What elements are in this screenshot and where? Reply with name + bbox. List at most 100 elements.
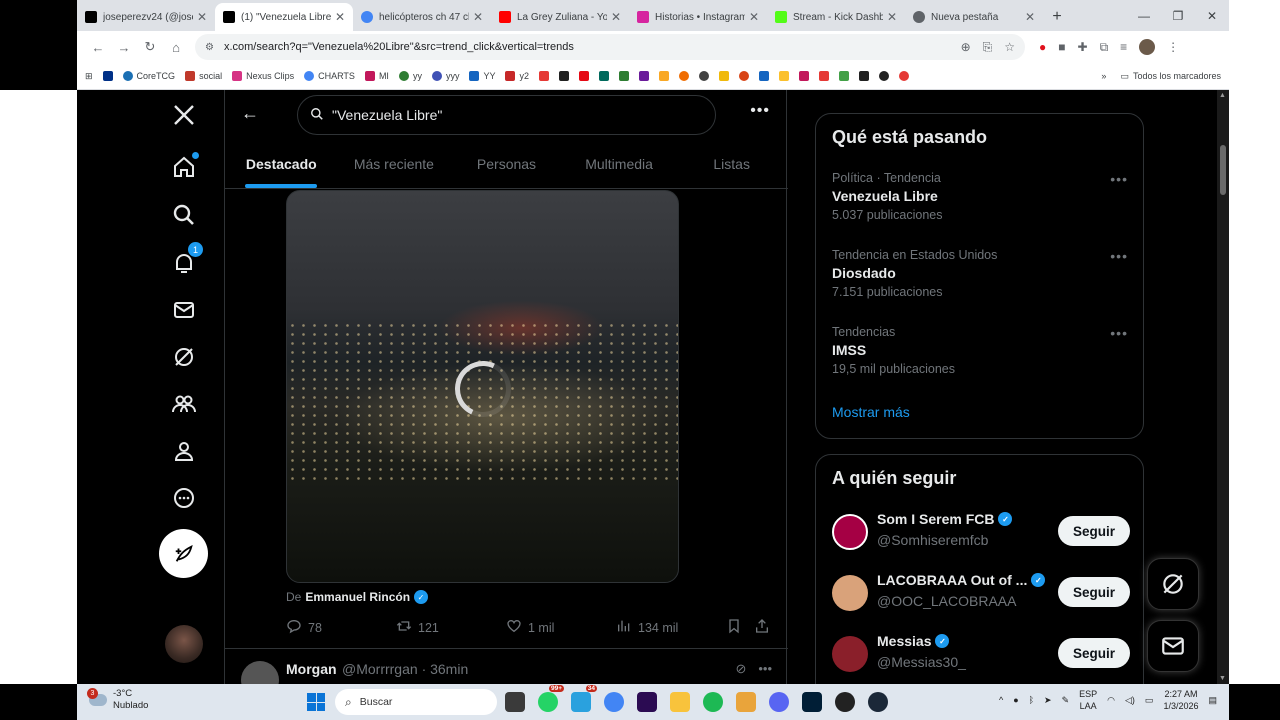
follow-suggestion[interactable]: LACOBRAAA Out of ... ✓ @OOC_LACOBRAAA Seg… xyxy=(832,572,1130,616)
notification-center-icon[interactable]: ▤ xyxy=(1208,695,1217,706)
post-author-name[interactable]: Morgan xyxy=(286,661,337,677)
browser-tab[interactable]: La Grey Zuliana - You ✕ xyxy=(491,3,629,31)
bookmark-item[interactable]: y2 xyxy=(505,71,529,81)
tray-app-icon[interactable]: ● xyxy=(1013,695,1018,705)
browser-tab[interactable]: helicópteros ch 47 ch ✕ xyxy=(353,3,491,31)
bookmark-item[interactable]: Nexus Clips xyxy=(232,71,294,81)
browser-tab[interactable]: Historias • Instagram ✕ xyxy=(629,3,767,31)
bookmark-item[interactable] xyxy=(558,71,569,81)
reload-icon[interactable]: ↻ xyxy=(137,34,163,60)
close-tab-icon[interactable]: ✕ xyxy=(335,10,345,24)
opera-icon[interactable]: ● xyxy=(1039,40,1046,54)
tab-personas[interactable]: Personas xyxy=(450,140,563,188)
search-input[interactable]: "Venezuela Libre" xyxy=(297,95,716,135)
close-tab-icon[interactable]: ✕ xyxy=(197,10,207,24)
browser-tab[interactable]: joseperezv24 (@josep ✕ xyxy=(77,3,215,31)
show-more-link[interactable]: Mostrar más xyxy=(832,404,910,420)
chrome-icon[interactable] xyxy=(604,692,624,712)
premiere-icon[interactable] xyxy=(637,692,657,712)
windows-start-icon[interactable] xyxy=(307,693,325,711)
repost-button[interactable]: 121 xyxy=(396,618,439,637)
home-icon[interactable]: ⌂ xyxy=(163,34,189,60)
avatar[interactable] xyxy=(241,661,279,684)
task-view-icon[interactable] xyxy=(505,692,525,712)
follow-button[interactable]: Seguir xyxy=(1058,638,1130,668)
chevron-up-icon[interactable]: ^ xyxy=(999,695,1003,705)
notifications-nav-icon[interactable]: 1 xyxy=(171,242,203,276)
follow-button[interactable]: Seguir xyxy=(1058,516,1130,546)
close-window-icon[interactable]: ✕ xyxy=(1195,0,1229,31)
new-tab-button[interactable]: + xyxy=(1043,3,1071,31)
views-button[interactable]: 134 mil xyxy=(616,618,678,637)
trend-item[interactable]: Política · Tendencia Venezuela Libre 5.0… xyxy=(832,171,1128,222)
browser-tab[interactable]: Nueva pestaña ✕ xyxy=(905,3,1043,31)
forward-icon[interactable]: → xyxy=(111,34,137,60)
apps-icon[interactable]: ⊞ xyxy=(85,71,93,82)
bookmark-item[interactable] xyxy=(698,71,709,81)
weather-widget[interactable]: 3 -3°C Nublado xyxy=(87,688,148,712)
scrollbar-thumb[interactable] xyxy=(1220,145,1226,195)
grok-icon[interactable]: ⊘ xyxy=(735,661,746,677)
zoom-icon[interactable]: ⊕ xyxy=(961,40,971,55)
page-scrollbar[interactable]: ▲ ▼ xyxy=(1217,90,1229,684)
bookmark-item[interactable] xyxy=(678,71,689,81)
site-info-icon[interactable]: ⚙ xyxy=(205,42,214,53)
scroll-up-icon[interactable]: ▲ xyxy=(1219,92,1226,99)
post-video[interactable] xyxy=(286,190,679,583)
avatar[interactable] xyxy=(832,636,868,672)
wifi-icon[interactable]: ◠ xyxy=(1107,695,1115,706)
bookmark-item[interactable]: YY xyxy=(469,71,495,81)
account-avatar[interactable] xyxy=(165,625,203,663)
bookmark-button[interactable] xyxy=(726,618,742,637)
close-tab-icon[interactable]: ✕ xyxy=(611,10,621,24)
bookmark-item[interactable] xyxy=(798,71,809,81)
tab-destacado[interactable]: Destacado xyxy=(225,140,338,188)
scroll-down-icon[interactable]: ▼ xyxy=(1219,675,1226,682)
tab-mas-reciente[interactable]: Más reciente xyxy=(338,140,451,188)
chevron-right-icon[interactable]: » xyxy=(1101,71,1106,81)
bookmark-item[interactable]: CoreTCG xyxy=(122,71,175,81)
bookmark-item[interactable] xyxy=(538,71,549,81)
bookmark-item[interactable] xyxy=(598,71,609,81)
follow-suggestion[interactable]: Som I Serem FCB ✓ @Somhiseremfcb Seguir xyxy=(832,511,1130,555)
bookmark-item[interactable] xyxy=(858,71,869,81)
browser-tab[interactable]: Stream - Kick Dashbo ✕ xyxy=(767,3,905,31)
bookmark-item[interactable]: MI xyxy=(364,71,389,81)
bookmark-item[interactable]: CHARTS xyxy=(304,71,355,81)
bookmark-item[interactable] xyxy=(618,71,629,81)
back-icon[interactable]: ← xyxy=(85,34,111,60)
bluestacks-icon[interactable] xyxy=(736,692,756,712)
all-bookmarks-folder[interactable]: ▭ Todos los marcadores xyxy=(1120,71,1221,82)
grok-nav-icon[interactable] xyxy=(171,344,197,370)
install-icon[interactable]: ⎘ xyxy=(983,40,993,55)
bookmark-item[interactable] xyxy=(898,71,909,81)
avatar[interactable] xyxy=(832,514,868,550)
x-logo-icon[interactable] xyxy=(171,102,197,128)
clock[interactable]: 2:27 AM 1/3/2026 xyxy=(1163,688,1198,712)
volume-icon[interactable]: ◁) xyxy=(1125,695,1135,706)
battery-icon[interactable]: ▭ xyxy=(1145,695,1154,706)
pen-icon[interactable]: ✎ xyxy=(1062,695,1070,706)
profile-avatar[interactable] xyxy=(1139,39,1156,55)
bookmark-item[interactable] xyxy=(658,71,669,81)
bluetooth-icon[interactable]: ᛒ xyxy=(1029,695,1034,705)
taskbar-search[interactable]: ⌕ Buscar xyxy=(335,689,497,715)
more-options-icon[interactable]: ••• xyxy=(750,102,770,120)
restore-icon[interactable]: ❐ xyxy=(1161,0,1195,31)
communities-nav-icon[interactable] xyxy=(171,391,197,417)
spotify-icon[interactable] xyxy=(703,692,723,712)
extension-icon[interactable]: ■ xyxy=(1058,40,1065,54)
tab-search-icon[interactable]: ⧉ xyxy=(1100,40,1109,55)
telegram-tray-icon[interactable]: ➤ xyxy=(1044,695,1052,706)
bookmark-item[interactable] xyxy=(758,71,769,81)
share-button[interactable] xyxy=(754,618,770,637)
more-nav-icon[interactable] xyxy=(171,485,197,511)
search-nav-icon[interactable] xyxy=(171,202,197,228)
telegram-icon[interactable]: 34 xyxy=(571,685,597,712)
follow-button[interactable]: Seguir xyxy=(1058,577,1130,607)
back-arrow-icon[interactable]: ← xyxy=(241,103,259,124)
author-name[interactable]: Emmanuel Rincón xyxy=(305,590,410,604)
like-button[interactable]: 1 mil xyxy=(506,618,554,637)
follow-suggestion[interactable]: Messias ✓ @Messias30_ Seguir xyxy=(832,633,1130,677)
puzzle-icon[interactable]: ✚ xyxy=(1078,40,1088,54)
